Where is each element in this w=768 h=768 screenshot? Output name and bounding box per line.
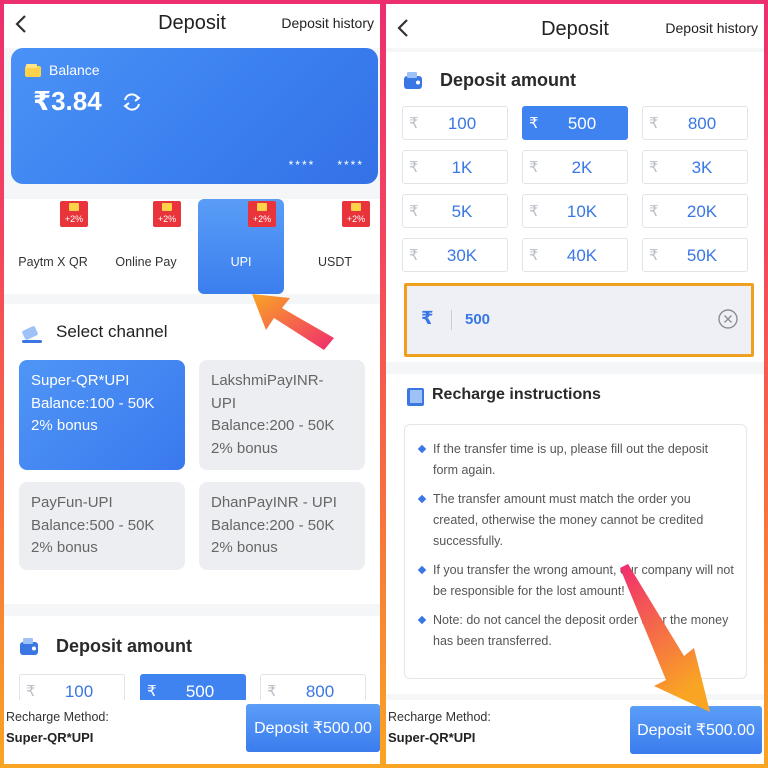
footer-bar: Recharge Method: Super-QR*UPI Deposit ₹5… <box>386 700 764 764</box>
amount-option-50k[interactable]: ₹50K <box>642 238 748 272</box>
balance-card: Balance ₹3.84 **** **** <box>11 48 378 184</box>
amount-option-100[interactable]: ₹100 <box>402 106 508 140</box>
amount-option-20k[interactable]: ₹20K <box>642 194 748 228</box>
deposit-icon <box>20 638 38 655</box>
recharge-method-value: Super-QR*UPI <box>388 730 476 745</box>
rupee-icon: ₹ <box>421 308 434 328</box>
divider <box>451 310 452 330</box>
wallet-icon <box>25 64 41 77</box>
channel-icon <box>22 326 42 343</box>
footer-bar: Recharge Method: Super-QR*UPI Deposit ₹5… <box>4 700 380 764</box>
gift-icon <box>257 203 267 211</box>
gift-icon <box>69 203 79 211</box>
deposit-button[interactable]: Deposit ₹500.00 <box>630 706 762 754</box>
recharge-method-label: Recharge Method: <box>6 710 109 724</box>
instructions-list: If the transfer time is up, please fill … <box>404 424 747 679</box>
card-number-mask: **** **** <box>288 158 364 172</box>
deposit-icon <box>404 72 422 89</box>
instruction-item: Note: do not cancel the deposit order af… <box>417 610 736 652</box>
channel-dhanpay-upi[interactable]: DhanPayINR - UPI Balance:200 - 50K 2% bo… <box>199 482 365 570</box>
amount-option-5k[interactable]: ₹5K <box>402 194 508 228</box>
left-screen: Deposit Deposit history Balance ₹3.84 **… <box>4 4 380 764</box>
amount-input[interactable] <box>465 304 705 334</box>
instruction-item: If the transfer time is up, please fill … <box>417 439 736 481</box>
payment-method-tabs: +2% Paytm X QR +2% Online Pay +2% UPI +2… <box>4 199 380 294</box>
amount-input-box: ₹ <box>404 283 754 357</box>
deposit-history-link[interactable]: Deposit history <box>665 20 758 36</box>
deposit-amount-title: Deposit amount <box>440 70 577 90</box>
amount-option-800[interactable]: ₹800 <box>642 106 748 140</box>
amount-option-2k[interactable]: ₹2K <box>522 150 628 184</box>
channel-payfun-upi[interactable]: PayFun-UPI Balance:500 - 50K 2% bonus <box>19 482 185 570</box>
book-icon <box>407 388 424 406</box>
header: Deposit Deposit history <box>4 4 380 48</box>
bonus-badge: +2% <box>60 201 88 227</box>
balance-label: Balance <box>49 62 100 78</box>
recharge-method-value: Super-QR*UPI <box>6 730 94 745</box>
channel-super-qr-upi[interactable]: Super-QR*UPI Balance:100 - 50K 2% bonus <box>19 360 185 470</box>
recharge-method-label: Recharge Method: <box>388 710 491 724</box>
instruction-item: If you transfer the wrong amount, our co… <box>417 560 736 602</box>
deposit-button[interactable]: Deposit ₹500.00 <box>246 704 380 752</box>
deposit-history-link[interactable]: Deposit history <box>281 15 374 31</box>
instruction-item: The transfer amount must match the order… <box>417 489 736 552</box>
tab-upi[interactable]: +2% UPI <box>198 199 284 294</box>
amount-option-40k[interactable]: ₹40K <box>522 238 628 272</box>
bonus-badge: +2% <box>248 201 276 227</box>
recharge-instructions-title: Recharge instructions <box>432 386 601 403</box>
gift-icon <box>351 203 361 211</box>
right-screen: Deposit Deposit history Deposit amount ₹… <box>386 4 764 764</box>
amount-option-1k[interactable]: ₹1K <box>402 150 508 184</box>
bonus-badge: +2% <box>153 201 181 227</box>
channel-lakshmipay-upi[interactable]: LakshmiPayINR- UPI Balance:200 - 50K 2% … <box>199 360 365 470</box>
header: Deposit Deposit history <box>386 4 764 48</box>
amount-option-3k[interactable]: ₹3K <box>642 150 748 184</box>
tab-online-pay[interactable]: +2% Online Pay <box>103 199 189 294</box>
gift-icon <box>162 203 172 211</box>
tab-usdt[interactable]: +2% USDT <box>292 199 378 294</box>
clear-icon[interactable] <box>717 308 739 330</box>
tab-paytm-x-qr[interactable]: +2% Paytm X QR <box>10 199 96 294</box>
balance-amount: ₹3.84 <box>33 86 102 116</box>
amount-option-10k[interactable]: ₹10K <box>522 194 628 228</box>
refresh-icon[interactable] <box>121 92 143 112</box>
bonus-badge: +2% <box>342 201 370 227</box>
amount-option-500[interactable]: ₹500 <box>522 106 628 140</box>
deposit-amount-title: Deposit amount <box>56 636 193 656</box>
amount-option-30k[interactable]: ₹30K <box>402 238 508 272</box>
select-channel-title: Select channel <box>56 322 168 341</box>
